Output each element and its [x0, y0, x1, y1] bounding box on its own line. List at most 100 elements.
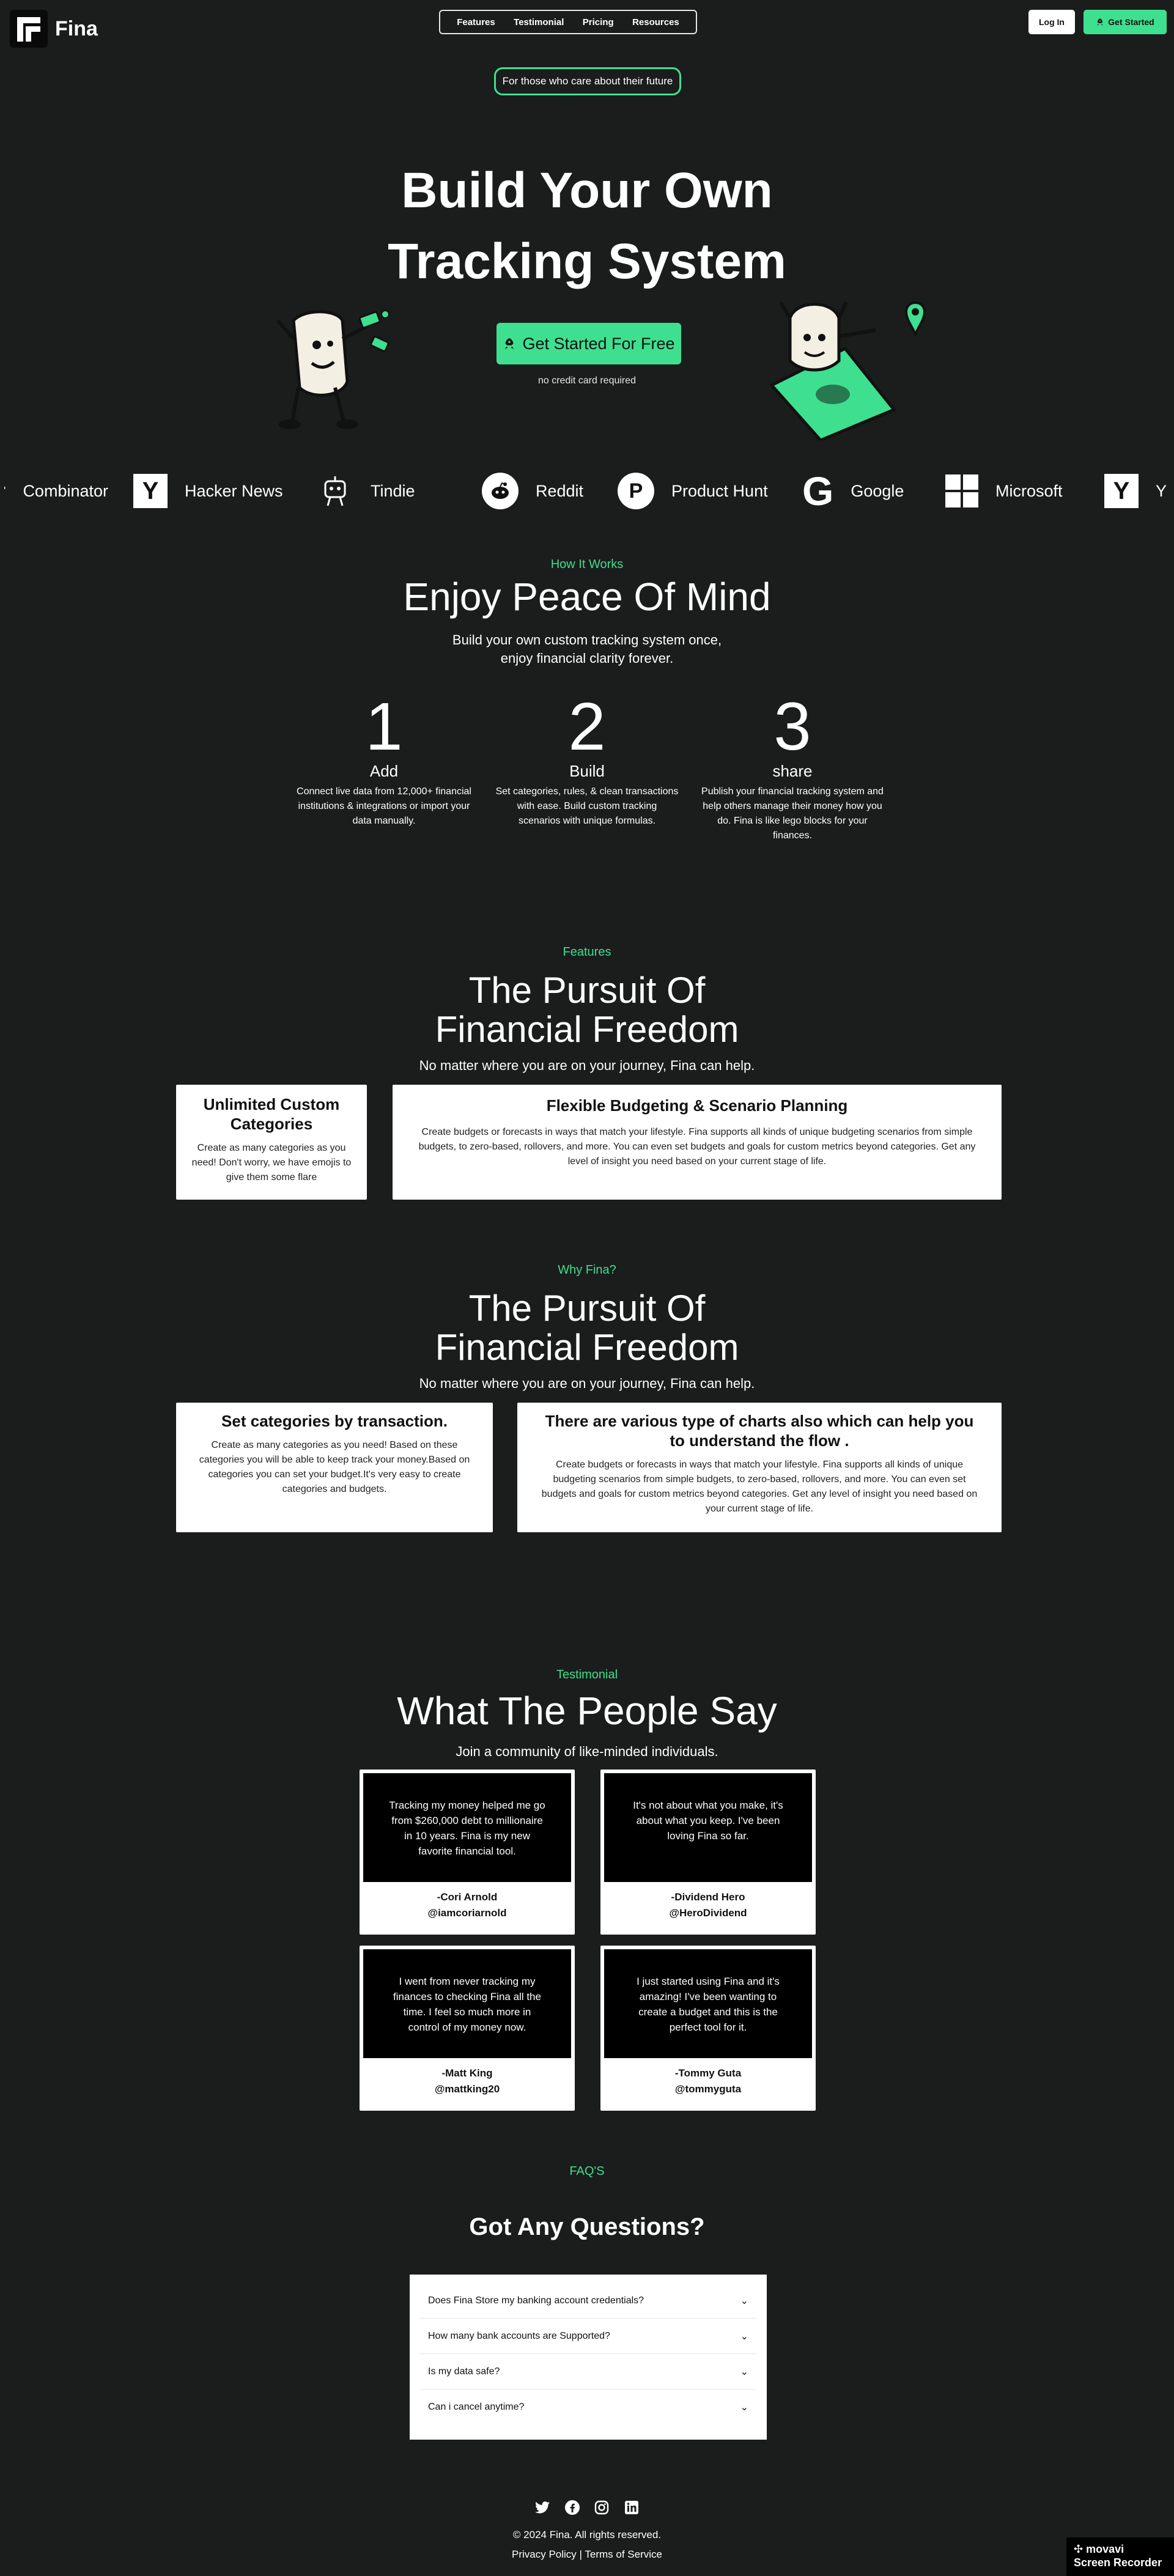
author-handle: @tommyguta [674, 2083, 742, 2095]
why-title: The Pursuit Of Financial Freedom [0, 1289, 1174, 1367]
why-title-line1: The Pursuit Of [468, 1288, 706, 1329]
logo-label: Product Hunt [671, 481, 768, 500]
logo-tindie: Tindie [317, 470, 415, 512]
rocket-icon [1097, 18, 1103, 26]
step-text: Connect live data from 12,000+ financial… [297, 786, 471, 826]
testimonial-title: What The People Say [397, 1689, 777, 1733]
features-title-line1: The Pursuit Of [468, 970, 706, 1011]
faq-question: Does Fina Store my banking account crede… [428, 2295, 644, 2306]
step-build: 2 Build Set categories, rules, & clean t… [495, 693, 679, 829]
how-title: Enjoy Peace Of Mind [403, 575, 771, 619]
faq-item[interactable]: How many bank accounts are Supported? ⌄ [421, 2319, 756, 2354]
faq-item[interactable]: Is my data safe? ⌄ [421, 2354, 756, 2390]
faq-item[interactable]: Does Fina Store my banking account crede… [421, 2283, 756, 2319]
testimonial-lead: Join a community of like-minded individu… [456, 1744, 718, 1759]
chevron-down-icon: ⌄ [740, 2295, 748, 2306]
step-number: 3 [773, 689, 811, 764]
features-eyebrow: Features [563, 945, 611, 959]
features-title-line2: Financial Freedom [435, 1009, 739, 1050]
microsoft-icon [945, 474, 978, 507]
testimonial-quote: I just started using Fina and it's amazi… [604, 1949, 812, 2058]
watermark-line1: movavi [1086, 2543, 1124, 2555]
logo-label: Y [1156, 481, 1167, 500]
features-lead: No matter where you are on your journey,… [419, 1058, 755, 1073]
logo-hacker-news: Y Hacker News [133, 470, 283, 512]
chevron-down-icon: ⌄ [740, 2402, 748, 2413]
logo-label: Microsoft [995, 481, 1063, 500]
twitter-icon[interactable] [534, 2500, 550, 2515]
hero-subtext: no credit card required [537, 375, 637, 386]
footer-links: Privacy Policy | Terms of Service [0, 2548, 1174, 2561]
watermark-brand: ✣ movavi [1074, 2542, 1167, 2556]
facebook-icon[interactable] [564, 2500, 580, 2515]
why-eyebrow: Why Fina? [558, 1263, 616, 1277]
faq-question: Can i cancel anytime? [428, 2402, 525, 2412]
card-title: Set categories by transaction. [221, 1412, 448, 1430]
testimonial-quote: I went from never tracking my finances t… [363, 1949, 571, 2058]
logo-label: Combinator [23, 481, 108, 500]
faq-question: Is my data safe? [428, 2366, 500, 2377]
step-title: Add [369, 762, 399, 780]
why-card-categories: Set categories by transaction. Create as… [176, 1403, 493, 1532]
instagram-icon[interactable] [594, 2500, 610, 2515]
logo-label: Hacker News [185, 481, 283, 500]
mascot-money-illustration [276, 310, 389, 429]
get-started-button[interactable]: Get Started [1084, 10, 1167, 34]
step-number: 1 [365, 689, 403, 764]
brand-logo[interactable]: Fina [10, 10, 98, 48]
nav-testimonial[interactable]: Testimonial [514, 17, 564, 28]
y-square-icon: Y [133, 474, 168, 508]
tindie-robot-icon [324, 476, 346, 506]
faq-item[interactable]: Can i cancel anytime? ⌄ [421, 2390, 756, 2425]
nav-pricing[interactable]: Pricing [583, 17, 614, 28]
card-title: Unlimited Custom Categories [203, 1095, 340, 1133]
step-number: 2 [568, 689, 606, 764]
chevron-down-icon: ⌄ [740, 2331, 748, 2342]
why-title-line2: Financial Freedom [435, 1327, 739, 1368]
step-add: 1 Add Connect live data from 12,000+ fin… [292, 693, 476, 829]
logo-y-partial: Y Y [1104, 470, 1167, 512]
author-name: -Matt King [441, 2067, 493, 2079]
product-hunt-icon: P [618, 473, 654, 509]
brand-name: Fina [55, 17, 98, 40]
login-button[interactable]: Log In [1028, 10, 1075, 34]
faq-title: Got Any Questions? [469, 2213, 705, 2240]
logo-y-combinator: ' Combinator [4, 470, 108, 512]
nav-resources[interactable]: Resources [632, 17, 679, 28]
mascot-bill-map-illustration [769, 301, 926, 440]
author-handle: @mattking20 [434, 2083, 500, 2095]
author-name: -Dividend Hero [671, 1891, 745, 1903]
how-lead-line1: Build your own custom tracking system on… [452, 632, 722, 648]
testimonial-card: I just started using Fina and it's amazi… [600, 1946, 816, 2111]
privacy-policy-link[interactable]: Privacy Policy [512, 2548, 577, 2560]
feature-card-budgeting: Flexible Budgeting & Scenario Planning C… [393, 1085, 1002, 1200]
faq-eyebrow: FAQ'S [569, 2165, 605, 2178]
movavi-icon: ✣ [1074, 2543, 1084, 2555]
how-eyebrow: How It Works [550, 558, 624, 571]
google-icon: G [802, 468, 834, 514]
hero-get-started-button[interactable]: Get Started For Free [497, 323, 681, 364]
card-text: Create budgets or forecasts in ways that… [541, 1460, 978, 1514]
testimonial-author: -Dividend Hero @HeroDividend [600, 1889, 816, 1921]
testimonial-quote: It's not about what you make, it's about… [604, 1773, 812, 1882]
press-logos-strip: ' Combinator Y Hacker News Tindie Reddit… [0, 470, 1174, 512]
hero-cta-label: Get Started For Free [522, 334, 675, 353]
logo-label: Tindie [371, 481, 415, 500]
reddit-icon [482, 473, 519, 509]
step-title: Build [569, 762, 605, 780]
author-name: -Tommy Guta [674, 2067, 742, 2079]
author-handle: @iamcoriarnold [427, 1907, 507, 1919]
terms-of-service-link[interactable]: Terms of Service [585, 2548, 662, 2560]
testimonial-eyebrow: Testimonial [556, 1668, 618, 1681]
hero-title-line1: Build Your Own [401, 163, 773, 218]
y-square-icon: Y [1104, 474, 1139, 508]
chevron-down-icon: ⌄ [740, 2366, 748, 2377]
nav-features[interactable]: Features [457, 17, 495, 28]
hero-title: Build Your Own Tracking System [0, 155, 1174, 297]
linkedin-icon[interactable] [624, 2500, 640, 2515]
features-title: The Pursuit Of Financial Freedom [0, 971, 1174, 1049]
testimonial-author: -Tommy Guta @tommyguta [600, 2065, 816, 2097]
get-started-label: Get Started [1108, 17, 1154, 27]
feature-card-categories: Unlimited Custom Categories Create as ma… [176, 1085, 367, 1200]
testimonial-author: -Matt King @mattking20 [360, 2065, 575, 2097]
